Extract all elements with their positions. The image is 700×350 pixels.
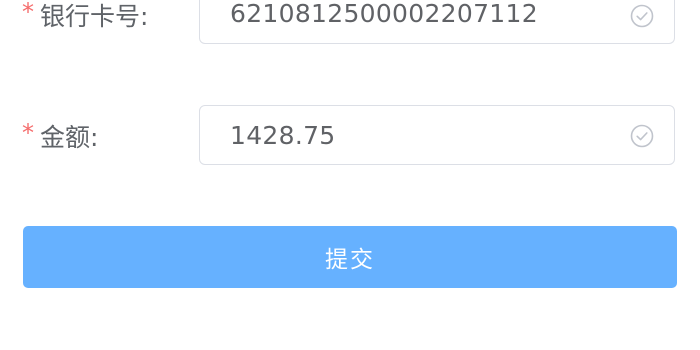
amount-label: 金额: [40,123,99,152]
amount-value[interactable]: 1428.75 [230,106,335,164]
payment-form: * 银行卡号: 6210812500002207112 * 金额: 1428.7… [0,0,700,350]
bank-card-label: 银行卡号: [40,2,149,31]
check-circle-icon [630,4,654,28]
required-mark: * [22,119,34,147]
bank-card-input[interactable]: 6210812500002207112 [199,0,675,44]
amount-input[interactable]: 1428.75 [199,105,675,165]
submit-button[interactable]: 提交 [23,226,677,288]
bank-card-row: * 银行卡号: 6210812500002207112 [0,0,700,46]
amount-label-group: * 金额: [22,105,98,167]
bank-card-value[interactable]: 6210812500002207112 [230,0,538,42]
check-circle-icon [630,124,654,148]
required-mark: * [22,0,34,26]
amount-row: * 金额: 1428.75 [0,105,700,167]
bank-card-label-group: * 银行卡号: [22,0,148,46]
